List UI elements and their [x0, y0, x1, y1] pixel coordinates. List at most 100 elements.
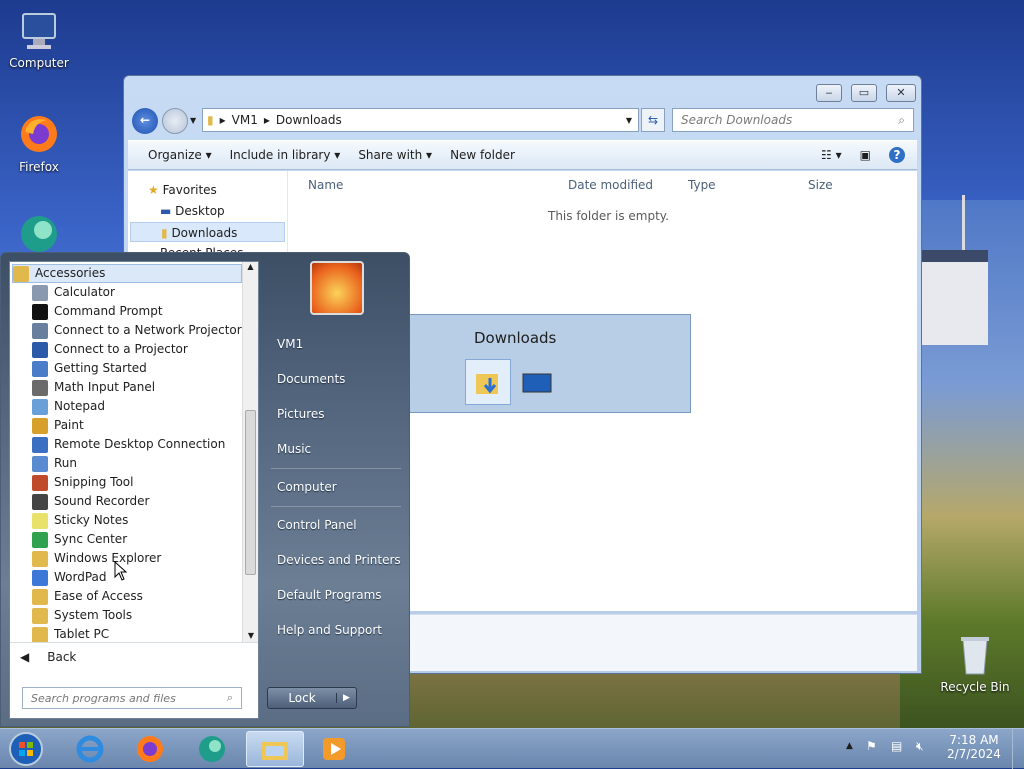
empty-folder-text: This folder is empty. [548, 209, 669, 223]
refresh-icon[interactable]: ⇆ [641, 108, 665, 132]
start-right-item[interactable]: Default Programs [277, 588, 382, 602]
search-icon: ⌕ [226, 691, 233, 704]
breadcrumb-vm1[interactable]: VM1 [232, 113, 258, 127]
program-item[interactable]: Sound Recorder [32, 492, 149, 511]
view-options-icon[interactable]: ☷ ▾ [821, 148, 842, 162]
start-right-item[interactable]: VM1 [277, 337, 303, 351]
shutdown-options-icon[interactable]: ▶ [336, 693, 356, 703]
program-item[interactable]: Command Prompt [32, 302, 163, 321]
program-item[interactable]: Accessories [12, 264, 242, 283]
address-dropdown-icon[interactable]: ▼ [626, 116, 632, 125]
start-right-item[interactable]: Documents [277, 372, 345, 386]
folder-icon [32, 607, 48, 624]
desktop-icon-firefox[interactable]: Firefox [2, 112, 76, 174]
recent-pages-chevron-icon[interactable]: ▼ [190, 116, 196, 125]
volume-muted-icon[interactable]: 🔇︎ [916, 739, 924, 754]
taskbar-media-player[interactable] [306, 731, 362, 767]
preview-pane-icon[interactable]: ▣ [860, 148, 871, 162]
program-item[interactable]: Windows Explorer [32, 549, 161, 568]
lock-label: Lock [288, 691, 316, 705]
program-item[interactable]: Run [32, 454, 77, 473]
user-picture[interactable] [310, 261, 364, 315]
column-name[interactable]: Name [308, 178, 343, 192]
column-type[interactable]: Type [688, 178, 716, 192]
start-right-item[interactable]: Pictures [277, 407, 325, 421]
new-folder-button[interactable]: New folder [450, 148, 515, 162]
clock[interactable]: 7:18 AM 2/7/2024 [944, 733, 1004, 761]
start-right-item[interactable]: Devices and Printers [277, 553, 401, 567]
program-item[interactable]: Sticky Notes [32, 511, 128, 530]
program-item[interactable]: WordPad [32, 568, 107, 587]
program-item[interactable]: System Tools [32, 606, 132, 625]
search-input[interactable]: Search Downloads ⌕ [672, 108, 914, 132]
start-right-item[interactable]: Computer [277, 480, 337, 494]
show-hidden-icons-icon[interactable]: ▲ [846, 741, 853, 751]
program-icon [32, 474, 48, 491]
include-in-library-button[interactable]: Include in library ▾ [230, 148, 341, 162]
program-item[interactable]: Connect to a Projector [32, 340, 188, 359]
address-bar[interactable]: ▮ ▸ VM1 ▸ Downloads ▼ [202, 108, 639, 132]
network-icon[interactable]: ▤ [891, 739, 902, 753]
taskbar-firefox[interactable] [122, 731, 178, 767]
taskbar-internet-explorer[interactable] [62, 731, 118, 767]
maximize-button[interactable]: ▭ [851, 84, 877, 102]
action-center-flag-icon[interactable]: ⚑ [866, 739, 877, 753]
forward-icon[interactable] [162, 108, 188, 134]
program-item[interactable]: Snipping Tool [32, 473, 133, 492]
nav-favorites[interactable]: ★ Favorites [148, 180, 217, 200]
nav-downloads-label: Downloads [171, 226, 238, 240]
desktop-icon-recycle-bin[interactable]: Recycle Bin [938, 632, 1012, 694]
program-item[interactable]: Getting Started [32, 359, 147, 378]
desktop-thumbnail-icon[interactable] [522, 373, 552, 398]
close-button[interactable]: ✕ [886, 84, 916, 102]
program-label: Remote Desktop Connection [54, 437, 226, 451]
program-icon [32, 455, 48, 472]
lock-button[interactable]: Lock ▶ [267, 687, 357, 709]
program-item[interactable]: Remote Desktop Connection [32, 435, 225, 454]
scrollbar[interactable]: ▲ ▼ [242, 262, 258, 642]
program-label: Getting Started [54, 361, 147, 375]
taskbar-windows-explorer[interactable] [246, 731, 304, 767]
program-item[interactable]: Notepad [32, 397, 105, 416]
column-date-modified[interactable]: Date modified [568, 178, 653, 192]
nav-downloads[interactable]: ▮ Downloads [130, 222, 285, 242]
scroll-down-icon[interactable]: ▼ [243, 631, 259, 640]
start-right-item[interactable]: Help and Support [277, 623, 382, 637]
scrollbar-thumb[interactable] [245, 410, 256, 575]
start-menu: Accessories Calculator Command Prompt Conne… [0, 252, 410, 727]
scroll-up-icon[interactable]: ▲ [243, 262, 258, 271]
program-icon [32, 284, 48, 301]
search-placeholder: Search Downloads [681, 113, 793, 127]
desktop-icon-computer[interactable]: Computer [2, 8, 76, 70]
share-with-button[interactable]: Share with ▾ [358, 148, 432, 162]
program-item[interactable]: Sync Center [32, 530, 127, 549]
program-item[interactable]: Calculator [32, 283, 115, 302]
downloads-thumbnail[interactable] [465, 359, 511, 405]
column-size[interactable]: Size [808, 178, 833, 192]
start-right-item[interactable]: Control Panel [277, 518, 357, 532]
back-button[interactable]: ◀ Back [20, 650, 76, 664]
downloads-folder-icon: ▮ [161, 226, 168, 240]
nav-favorites-label: Favorites [162, 183, 217, 197]
start-button[interactable] [0, 731, 52, 767]
minimize-button[interactable]: ‒ [816, 84, 842, 102]
program-item[interactable]: Paint [32, 416, 84, 435]
help-icon[interactable]: ? [889, 147, 905, 163]
program-label: WordPad [54, 570, 107, 584]
program-label: Calculator [54, 285, 115, 299]
program-item[interactable]: Ease of Access [32, 587, 143, 606]
program-icon [32, 436, 48, 453]
start-search-input[interactable]: Search programs and files ⌕ [22, 687, 242, 709]
show-desktop-button[interactable] [1012, 729, 1024, 769]
start-right-item[interactable]: Music [277, 442, 311, 456]
nav-desktop[interactable]: ▬ Desktop [160, 201, 225, 221]
back-icon[interactable]: ← [132, 108, 158, 134]
program-item[interactable]: Math Input Panel [32, 378, 155, 397]
divider [10, 642, 258, 643]
program-item[interactable]: Connect to a Network Projector [32, 321, 242, 340]
breadcrumb-downloads[interactable]: Downloads [276, 113, 342, 127]
program-label: Snipping Tool [54, 475, 134, 489]
organize-button[interactable]: Organize ▾ [148, 148, 212, 162]
taskbar-app[interactable] [184, 731, 240, 767]
internet-explorer-icon [76, 735, 104, 763]
